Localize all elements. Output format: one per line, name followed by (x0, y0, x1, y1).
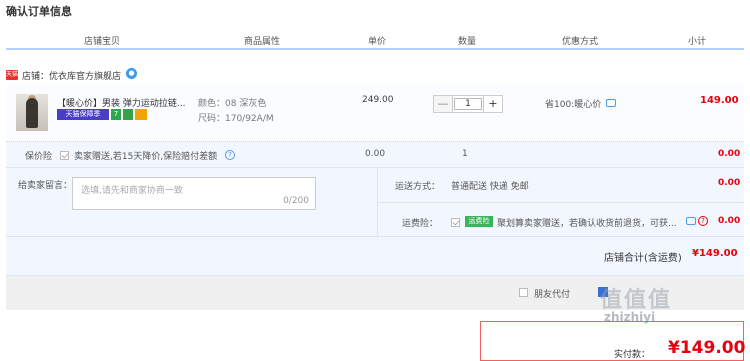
quantity-stepper: — 1 + (433, 95, 503, 113)
freight-insurance-subtotal: 0.00 (718, 216, 741, 226)
product-size: 尺码：170/92A/M (198, 114, 274, 124)
divider (378, 202, 744, 203)
table-header: 店铺宝贝 商品属性 单价 数量 优惠方式 小计 (6, 30, 744, 50)
column-header-discount: 优惠方式 (562, 37, 599, 47)
freight-insurance-checkbox[interactable] (451, 218, 460, 227)
pay-amount-number: 149.00 (679, 338, 746, 358)
card-badge-icon[interactable] (135, 109, 147, 120)
product-thumbnail[interactable] (16, 94, 48, 131)
unit-price: 249.00 (362, 95, 394, 105)
seven-day-return-badge[interactable]: 7 (111, 109, 121, 120)
wangwang-chat-icon[interactable]: ● (126, 68, 137, 79)
watermark-text: zhizhiyi (604, 310, 656, 324)
shop-total-label: 店铺合计(含运费) (604, 253, 682, 264)
product-title-link[interactable]: 【暖心价】男装 弹力运动拉链... (57, 96, 192, 109)
message-textarea[interactable]: 选填,请先和商家协商一致 0/200 (72, 177, 316, 210)
product-color: 颜色：08 深灰色 (198, 99, 267, 109)
quantity-input[interactable]: 1 (454, 98, 482, 110)
column-header-price: 单价 (368, 37, 387, 47)
shield-badge-icon[interactable] (123, 109, 133, 120)
comment-icon[interactable] (686, 217, 696, 225)
divider (6, 236, 744, 237)
column-header-item: 店铺宝贝 (84, 37, 121, 47)
divider (6, 167, 744, 168)
price-protect-checkbox[interactable] (60, 151, 69, 160)
shipping-subtotal: 0.00 (718, 178, 741, 188)
freight-insurance-desc: 聚划算卖家赠送，若确认收货前退货，可获... (497, 219, 677, 229)
help-icon[interactable]: ? (225, 150, 235, 160)
discount-text: 省100:暖心价 (545, 100, 602, 110)
quantity-decrease-button[interactable]: — (434, 96, 453, 112)
shop-total-value: ¥149.00 (692, 248, 738, 259)
friend-pay-checkbox[interactable] (519, 288, 528, 297)
price-protect-price: 0.00 (365, 149, 386, 159)
column-header-quantity: 数量 (458, 37, 477, 47)
tmall-shop-icon: 天猫 (6, 70, 19, 80)
pay-amount-label: 实付款： (614, 350, 651, 360)
shipping-label: 运送方式： (395, 182, 441, 192)
freight-insurance-tag: 运费险 (465, 216, 493, 227)
price-protect-desc: 卖家赠送,若15天降价,保险赔付差额 (74, 152, 218, 162)
tmall-guarantee-badge[interactable]: 天猫保障季 (57, 109, 109, 120)
message-char-counter: 0/200 (283, 196, 309, 206)
quantity-increase-button[interactable]: + (483, 96, 502, 112)
freight-insurance-label: 运费险： (402, 219, 439, 229)
pay-currency: ¥ (668, 338, 680, 358)
price-protect-qty: 1 (462, 149, 468, 159)
price-protect-label: 保价险 (25, 152, 53, 162)
friend-pay-label[interactable]: 朋友代付 (534, 287, 570, 300)
shipping-method[interactable]: 普通配送 快递 免邮 (451, 179, 529, 192)
thumbnail-jacket (26, 98, 38, 128)
message-placeholder: 选填,请先和商家协商一致 (81, 186, 183, 196)
comment-icon[interactable] (606, 99, 616, 107)
pay-amount-value: ¥149.00 (668, 338, 745, 358)
shop-name-link[interactable]: 店铺：优衣库官方旗舰店 (22, 69, 121, 82)
help-icon[interactable]: ? (698, 216, 708, 226)
price-protect-subtotal: 0.00 (718, 149, 741, 159)
column-header-attributes: 商品属性 (244, 37, 281, 47)
message-label: 给卖家留言： (18, 181, 73, 191)
page-title: 确认订单信息 (6, 5, 72, 18)
item-subtotal: 149.00 (700, 95, 739, 106)
column-header-subtotal: 小计 (688, 37, 707, 47)
